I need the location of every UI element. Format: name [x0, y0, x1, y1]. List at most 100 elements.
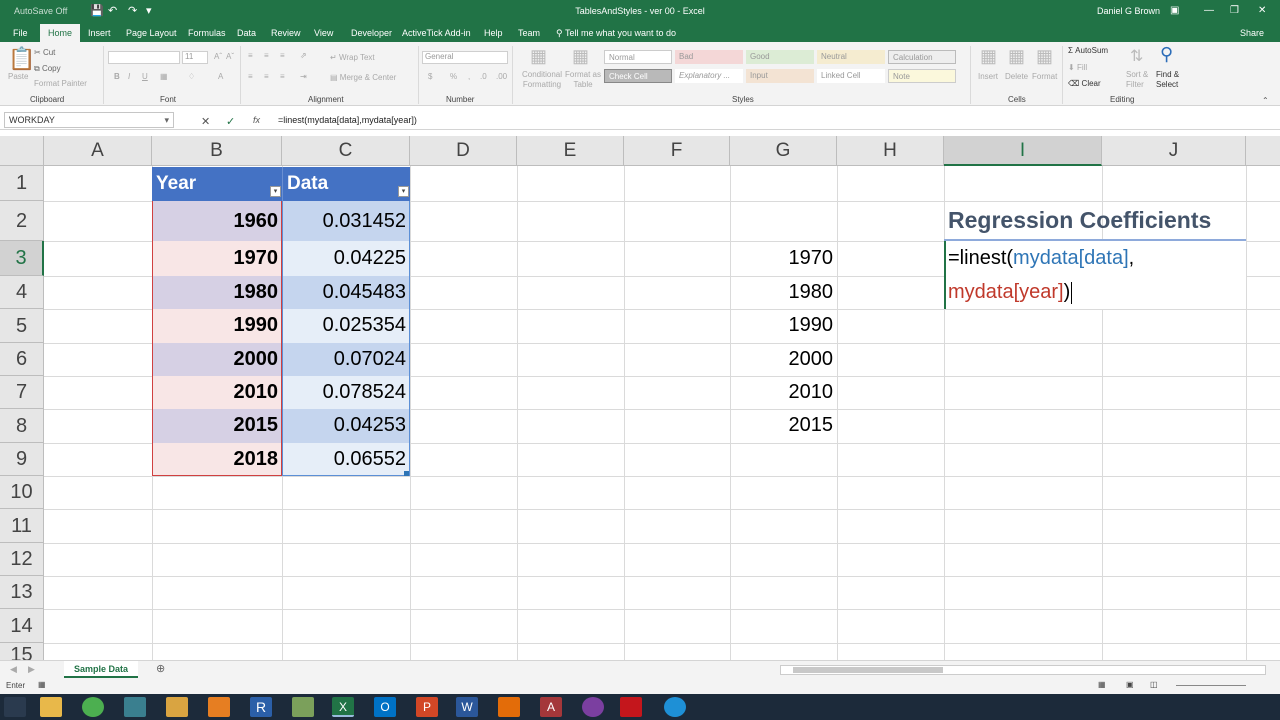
style-bad[interactable]: Bad [675, 50, 743, 64]
column-header-f[interactable]: F [624, 136, 730, 166]
comma-style-icon[interactable]: , [468, 72, 470, 81]
row-header-11[interactable]: 11 [0, 509, 44, 543]
powerpoint-icon[interactable]: P [416, 697, 438, 717]
normal-view-icon[interactable]: ▦ [1098, 680, 1106, 689]
argument-year-ref[interactable]: mydata[year] [948, 281, 1064, 303]
style-explanatory[interactable]: Explanatory ... [675, 69, 743, 83]
tab-insert[interactable]: Insert [88, 28, 111, 38]
decrease-decimal-icon[interactable]: .00 [496, 72, 507, 81]
table-cell-data[interactable]: 0.045483 [282, 276, 410, 309]
column-header-a[interactable]: A [44, 136, 152, 166]
row-header-6[interactable]: 6 [0, 343, 44, 376]
collapse-ribbon-icon[interactable]: ⌃ [1262, 96, 1269, 105]
table-cell-year[interactable]: 2000 [152, 343, 282, 376]
table-cell-data[interactable]: 0.04253 [282, 409, 410, 442]
currency-icon[interactable]: $ [428, 72, 432, 81]
name-box[interactable]: WORKDAY ▾ [4, 112, 174, 128]
table-cell-data[interactable]: 0.07024 [282, 343, 410, 376]
scroll-right-icon[interactable]: ▶ [28, 664, 35, 675]
table-cell-year[interactable]: 2010 [152, 376, 282, 409]
row-header-5[interactable]: 5 [0, 309, 44, 343]
tell-me-search[interactable]: ⚲ Tell me what you want to do [556, 28, 676, 39]
font-color-icon[interactable]: A [218, 72, 223, 81]
wrap-text-button[interactable]: ↵ Wrap Text [330, 53, 375, 62]
app-icon[interactable] [292, 697, 314, 717]
tab-home[interactable]: Home [40, 24, 81, 42]
tab-file[interactable]: File [13, 28, 28, 38]
tab-help[interactable]: Help [484, 28, 503, 38]
format-as-table-icon[interactable]: ▦ [572, 46, 589, 67]
underline-icon[interactable]: U [142, 72, 148, 81]
row-header-9[interactable]: 9 [0, 443, 44, 476]
tab-activetick[interactable]: ActiveTick Add-in [402, 28, 471, 38]
middle-align-icon[interactable]: ≡ [264, 51, 269, 60]
bottom-align-icon[interactable]: ≡ [280, 51, 285, 60]
ribbon-display-icon[interactable]: ▣ [1170, 5, 1179, 16]
page-layout-view-icon[interactable]: ▣ [1126, 680, 1134, 689]
app-icon[interactable] [124, 697, 146, 717]
insert-cells-icon[interactable]: ▦ [980, 46, 997, 67]
scroll-left-icon[interactable]: ◀ [10, 664, 17, 675]
access-icon[interactable]: A [540, 697, 562, 717]
row-header-1[interactable]: 1 [0, 166, 44, 201]
cut-button[interactable]: ✂ Cut [34, 48, 55, 57]
r-icon[interactable]: R [250, 697, 272, 717]
argument-data-ref[interactable]: mydata[data] [1013, 247, 1129, 269]
scrollbar-thumb[interactable] [793, 667, 943, 673]
align-right-icon[interactable]: ≡ [280, 72, 285, 81]
style-input[interactable]: Input [746, 69, 814, 83]
tab-data[interactable]: Data [237, 28, 256, 38]
table-header-year[interactable]: Year [152, 167, 282, 201]
table-cell-year[interactable]: 1970 [152, 242, 282, 275]
tab-team[interactable]: Team [518, 28, 540, 38]
format-painter-button[interactable]: Format Painter [34, 79, 87, 88]
font-size-box[interactable]: 11 [182, 51, 208, 64]
tab-review[interactable]: Review [271, 28, 301, 38]
maximize-icon[interactable]: ❐ [1230, 5, 1239, 16]
column-header-b[interactable]: B [152, 136, 282, 166]
table-cell-year[interactable]: 2015 [152, 409, 282, 442]
column-header-j[interactable]: J [1102, 136, 1246, 166]
increase-decimal-icon[interactable]: .0 [480, 72, 487, 81]
column-header-g[interactable]: G [730, 136, 837, 166]
find-select-button[interactable]: Find & Select [1156, 70, 1190, 90]
increase-font-icon[interactable]: Aˆ [214, 52, 222, 61]
row-header-15[interactable]: 15 [0, 643, 44, 660]
find-select-icon[interactable]: ⚲ [1160, 44, 1173, 65]
delete-cells-button[interactable]: Delete [1005, 72, 1028, 81]
sort-filter-button[interactable]: Sort & Filter [1126, 70, 1156, 90]
row-header-4[interactable]: 4 [0, 276, 44, 309]
format-cells-icon[interactable]: ▦ [1036, 46, 1053, 67]
sort-filter-icon[interactable]: ⇅ [1130, 46, 1143, 66]
style-check-cell[interactable]: Check Cell [604, 69, 672, 83]
select-all-corner[interactable] [0, 136, 44, 166]
tab-formulas[interactable]: Formulas [188, 28, 226, 38]
acrobat-icon[interactable] [620, 697, 642, 717]
row-header-7[interactable]: 7 [0, 376, 44, 409]
sheet-tab-sample-data[interactable]: Sample Data [64, 661, 138, 678]
start-icon[interactable] [4, 697, 26, 717]
cell-g[interactable]: 1990 [730, 309, 837, 342]
table-cell-year[interactable]: 2018 [152, 443, 282, 476]
cell-g[interactable]: 2000 [730, 343, 837, 376]
chrome-icon[interactable] [82, 697, 104, 717]
file-explorer-icon[interactable] [40, 697, 62, 717]
row-header-12[interactable]: 12 [0, 543, 44, 576]
cancel-entry-icon[interactable]: ✕ [201, 115, 210, 128]
cell-g[interactable]: 1980 [730, 276, 837, 309]
table-cell-data[interactable]: 0.078524 [282, 376, 410, 409]
style-good[interactable]: Good [746, 50, 814, 64]
filter-data-dropdown-icon[interactable]: ▾ [398, 186, 409, 197]
share-button[interactable]: Share [1240, 28, 1264, 38]
fill-color-icon[interactable]: ♢ [188, 72, 195, 81]
copy-button[interactable]: ⧉ Copy [34, 64, 61, 74]
cell-g[interactable]: 1970 [730, 242, 837, 275]
worksheet-grid[interactable]: A B C D E F G H I J 1 2 3 4 5 6 7 8 9 10… [0, 136, 1280, 660]
indent-icon[interactable]: ⇥ [300, 72, 307, 81]
orientation-icon[interactable]: ⇗ [300, 51, 307, 60]
internet-explorer-icon[interactable] [664, 697, 686, 717]
conditional-formatting-button[interactable]: Conditional Formatting [516, 70, 568, 90]
font-name-box[interactable] [108, 51, 180, 64]
cell-g[interactable]: 2015 [730, 409, 837, 442]
paste-icon[interactable]: 📋 [8, 46, 35, 72]
